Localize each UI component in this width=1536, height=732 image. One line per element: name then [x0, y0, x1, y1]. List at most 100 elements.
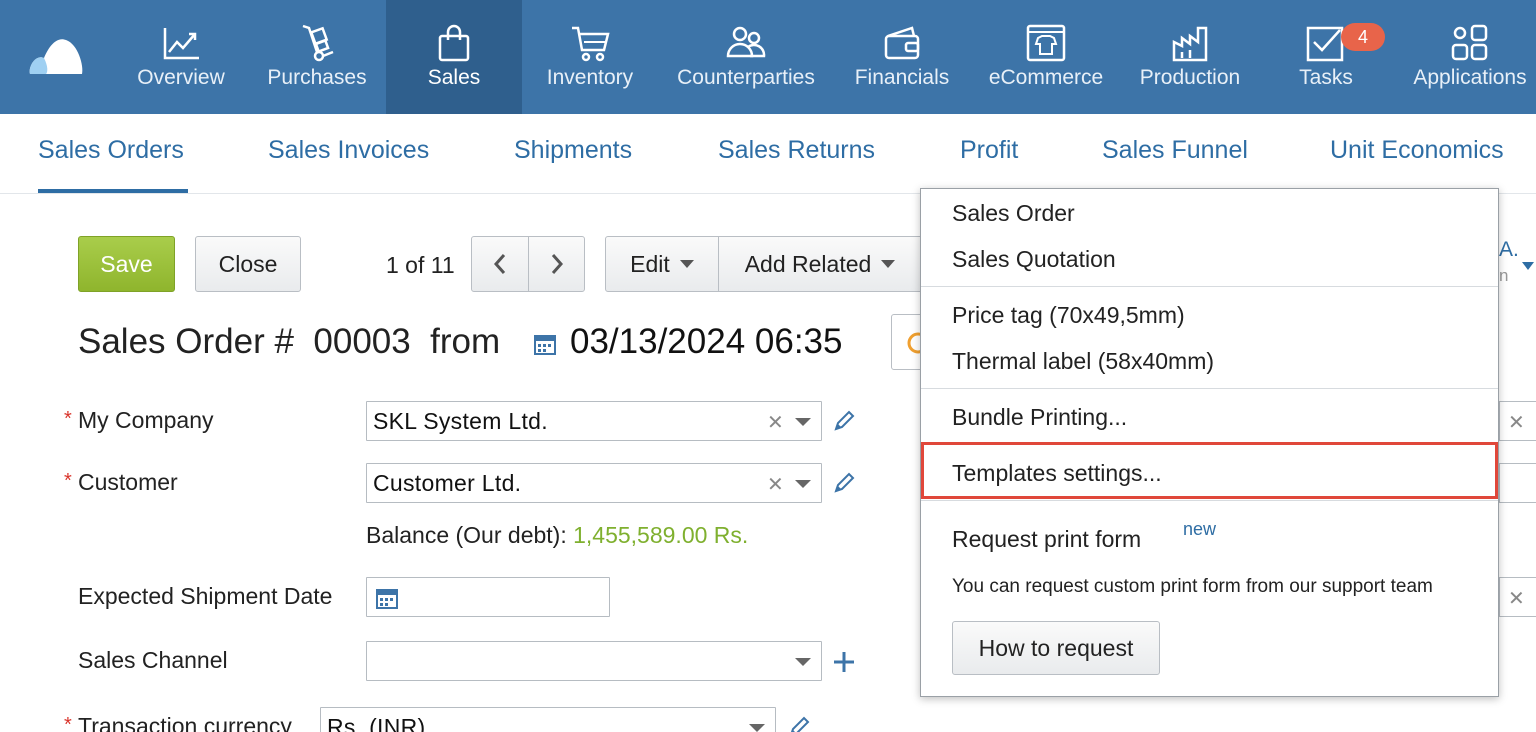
nav-ecommerce-label: eCommerce — [988, 66, 1104, 89]
transaction-currency-field[interactable]: Rs. (INR) — [320, 707, 776, 732]
transaction-currency-label: Transaction currency — [78, 713, 292, 732]
people-icon — [726, 26, 766, 58]
my-company-label: My Company — [78, 407, 214, 433]
menu-item-sales-order[interactable]: Sales Order — [952, 200, 1075, 227]
chevron-down-icon[interactable] — [749, 724, 765, 732]
tab-profit[interactable]: Profit — [960, 136, 1018, 165]
sales-channel-label: Sales Channel — [78, 647, 228, 673]
print-dropdown-menu: Sales Order Sales Quotation Price tag (7… — [920, 188, 1499, 697]
tab-sales-funnel[interactable]: Sales Funnel — [1102, 136, 1248, 165]
document-number[interactable]: 00003 — [313, 322, 410, 361]
user-name-fragment[interactable]: A. — [1499, 238, 1519, 262]
nav-production[interactable]: Production — [1128, 0, 1252, 114]
sales-channel-field[interactable] — [366, 641, 822, 681]
nav-financials[interactable]: Financials — [842, 0, 962, 114]
tab-sales-returns[interactable]: Sales Returns — [718, 136, 875, 165]
nav-financials-label: Financials — [854, 66, 950, 89]
nav-tasks[interactable]: Tasks — [1266, 0, 1386, 114]
nav-inventory[interactable]: Inventory — [530, 0, 650, 114]
clear-icon[interactable]: ✕ — [767, 472, 784, 497]
chevron-down-icon[interactable] — [795, 418, 811, 426]
save-button[interactable]: Save — [78, 236, 175, 292]
clear-icon[interactable]: ✕ — [767, 410, 784, 435]
expected-shipment-date-field[interactable] — [366, 577, 610, 617]
required-marker: * — [64, 470, 72, 492]
document-datetime[interactable]: 03/13/2024 06:35 — [570, 322, 842, 362]
tab-sales-invoices[interactable]: Sales Invoices — [268, 136, 429, 165]
nav-purchases[interactable]: Purchases — [254, 0, 380, 114]
menu-item-price-tag[interactable]: Price tag (70x49,5mm) — [952, 302, 1185, 329]
edit-button-label: Edit — [630, 250, 670, 277]
app-logo[interactable] — [26, 36, 84, 76]
request-print-form-note: You can request custom print form from o… — [952, 576, 1433, 597]
chevron-down-icon — [881, 260, 896, 268]
edit-pencil-icon[interactable] — [833, 472, 855, 494]
user-role-fragment: n — [1499, 266, 1509, 285]
customer-field[interactable]: Customer Ltd. ✕ — [366, 463, 822, 503]
my-company-value: SKL System Ltd. — [373, 407, 548, 434]
tab-unit-economics[interactable]: Unit Economics — [1330, 136, 1504, 165]
menu-item-thermal-label[interactable]: Thermal label (58x40mm) — [952, 348, 1214, 375]
nav-sales-label: Sales — [427, 66, 481, 89]
nav-applications-label: Applications — [1413, 66, 1527, 89]
chevron-down-icon[interactable] — [1522, 262, 1534, 270]
sales-subtabs: Sales Orders Sales Invoices Shipments Sa… — [0, 114, 1536, 194]
nav-overview-label: Overview — [137, 66, 225, 89]
edit-pencil-icon[interactable] — [788, 716, 810, 732]
chevron-down-icon[interactable] — [795, 658, 811, 666]
add-plus-icon[interactable] — [832, 650, 856, 674]
nav-applications[interactable]: Applications — [1404, 0, 1536, 114]
add-related-dropdown-button[interactable]: Add Related — [718, 236, 922, 292]
nav-sales[interactable]: Sales — [386, 0, 522, 114]
document-title-prefix: Sales Order # — [78, 322, 294, 361]
wallet-icon — [884, 26, 920, 60]
chevron-down-icon[interactable] — [795, 480, 811, 488]
menu-item-bundle-printing[interactable]: Bundle Printing... — [952, 404, 1127, 431]
record-pager-text: 1 of 11 — [386, 252, 455, 278]
document-title: Sales Order # 00003 from — [78, 322, 500, 362]
nav-inventory-label: Inventory — [546, 66, 634, 89]
chevron-right-icon — [551, 254, 563, 274]
hand-truck-icon — [302, 24, 334, 62]
right-field-fragment[interactable]: ✕ — [1499, 401, 1536, 441]
nav-overview[interactable]: Overview — [118, 0, 244, 114]
customer-value: Customer Ltd. — [373, 469, 522, 496]
tab-sales-orders[interactable]: Sales Orders — [38, 136, 184, 165]
menu-divider — [921, 286, 1498, 287]
calendar-icon[interactable] — [533, 332, 557, 356]
next-record-button[interactable] — [528, 236, 585, 292]
close-button[interactable]: Close — [195, 236, 301, 292]
chevron-down-icon — [679, 260, 694, 268]
menu-item-templates-settings[interactable]: Templates settings... — [952, 460, 1162, 487]
edit-pencil-icon[interactable] — [833, 410, 855, 432]
menu-item-request-print-form[interactable]: Request print form — [952, 526, 1141, 553]
transaction-currency-value: Rs. (INR) — [327, 713, 426, 732]
document-from-label: from — [430, 322, 501, 361]
cart-icon — [572, 26, 610, 62]
my-company-field[interactable]: SKL System Ltd. ✕ — [366, 401, 822, 441]
top-navigation-bar: Overview Purchases Sales Inventory Count… — [0, 0, 1536, 114]
nav-tasks-label: Tasks — [1299, 66, 1353, 89]
chart-line-icon — [163, 28, 199, 60]
clear-icon[interactable]: ✕ — [1508, 586, 1525, 611]
balance-label: Balance (Our debt): — [366, 522, 567, 548]
previous-record-button[interactable] — [471, 236, 529, 292]
storefront-icon — [1026, 24, 1066, 62]
menu-divider — [921, 388, 1498, 389]
nav-counterparties[interactable]: Counterparties — [666, 0, 826, 114]
factory-icon — [1172, 26, 1208, 62]
nav-ecommerce[interactable]: eCommerce — [976, 0, 1116, 114]
edit-dropdown-button[interactable]: Edit — [605, 236, 719, 292]
apps-grid-icon — [1451, 24, 1488, 61]
required-marker: * — [64, 714, 72, 732]
nav-production-label: Production — [1139, 66, 1241, 89]
how-to-request-button[interactable]: How to request — [952, 621, 1160, 675]
menu-item-sales-quotation[interactable]: Sales Quotation — [952, 246, 1116, 273]
right-field-fragment[interactable] — [1499, 463, 1536, 503]
calendar-icon[interactable] — [375, 586, 399, 610]
clear-icon[interactable]: ✕ — [1508, 410, 1525, 435]
right-field-fragment[interactable]: ✕ — [1499, 577, 1536, 617]
tab-shipments[interactable]: Shipments — [514, 136, 632, 165]
active-tab-indicator — [38, 189, 188, 193]
nav-purchases-label: Purchases — [267, 66, 367, 89]
